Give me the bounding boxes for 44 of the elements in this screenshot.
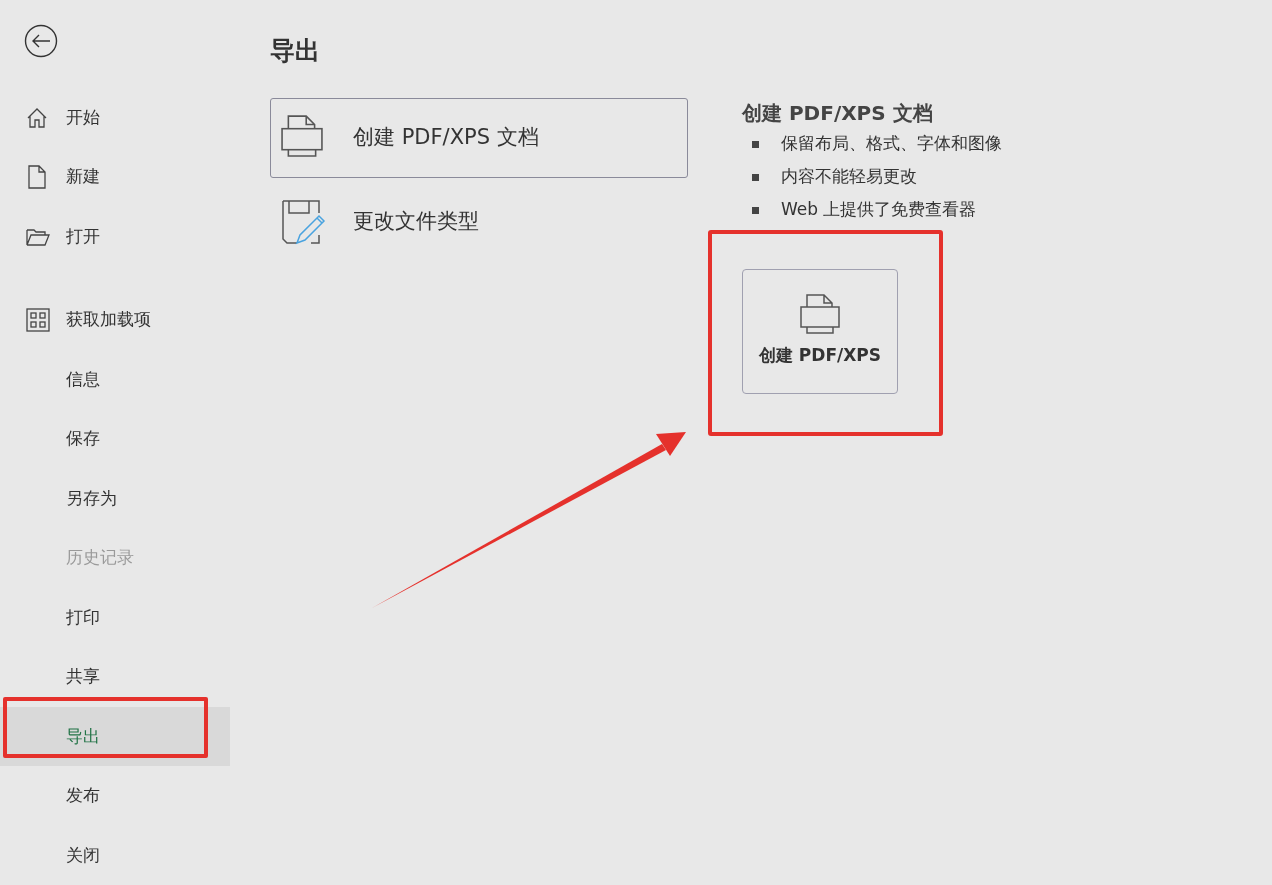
bullet-icon [752, 206, 759, 214]
grid-icon [26, 308, 50, 332]
bullet-text: 保留布局、格式、字体和图像 [781, 132, 1002, 156]
bullet-text: Web 上提供了免费查看器 [781, 198, 977, 222]
sidebar-item[interactable]: 获取加载项 [0, 290, 230, 350]
sidebar-item[interactable]: 开始 [0, 88, 230, 148]
bullet-icon [752, 140, 759, 148]
bullet-text: 内容不能轻易更改 [781, 165, 917, 189]
export-option[interactable]: 创建 PDF/XPS 文档 [270, 97, 688, 178]
sidebar-label: 开始 [66, 106, 100, 129]
sidebar-item[interactable]: 关闭 [0, 825, 230, 885]
export-option[interactable]: 更改文件类型 [270, 181, 688, 262]
sidebar-label: 新建 [66, 165, 100, 189]
back-icon[interactable] [24, 24, 58, 58]
sidebar-item[interactable]: 发布 [0, 766, 230, 826]
sidebar-item[interactable]: 打印 [0, 587, 230, 648]
sidebar-label: 共享 [66, 665, 100, 689]
sidebar-label: 打印 [66, 605, 100, 629]
page-title: 导出 [270, 35, 321, 67]
sidebar-label: 另存为 [66, 486, 117, 510]
sidebar-label: 发布 [66, 784, 100, 808]
sidebar-label: 保存 [66, 427, 100, 451]
option-label: 创建 PDF/XPS 文档 [353, 123, 539, 151]
sidebar-label: 导出 [66, 724, 100, 748]
sidebar-label: 打开 [66, 224, 100, 248]
sidebar-label: 信息 [66, 367, 100, 391]
sidebar-item[interactable]: 另存为 [0, 468, 230, 529]
folder-icon [26, 226, 50, 247]
sidebar-label: 关闭 [66, 843, 100, 867]
create-pdf-button[interactable]: 创建 PDF/XPS [742, 268, 898, 394]
home-icon [26, 106, 48, 129]
sidebar-label: 获取加载项 [66, 308, 151, 332]
sidebar-item[interactable]: 共享 [0, 647, 230, 707]
option-label: 更改文件类型 [353, 207, 479, 235]
sidebar-item[interactable]: 新建 [0, 147, 230, 207]
sidebar-item[interactable]: 保存 [0, 409, 230, 469]
sidebar-item[interactable]: 信息 [0, 349, 230, 410]
sidebar-item[interactable]: 导出 [0, 706, 230, 767]
sidebar-item[interactable]: 打开 [0, 206, 230, 267]
document-icon [26, 165, 48, 190]
bullet-icon [752, 173, 759, 181]
file-edit-icon [281, 198, 327, 245]
sidebar-label: 历史记录 [66, 546, 134, 570]
detail-title: 创建 PDF/XPS 文档 [742, 99, 934, 127]
